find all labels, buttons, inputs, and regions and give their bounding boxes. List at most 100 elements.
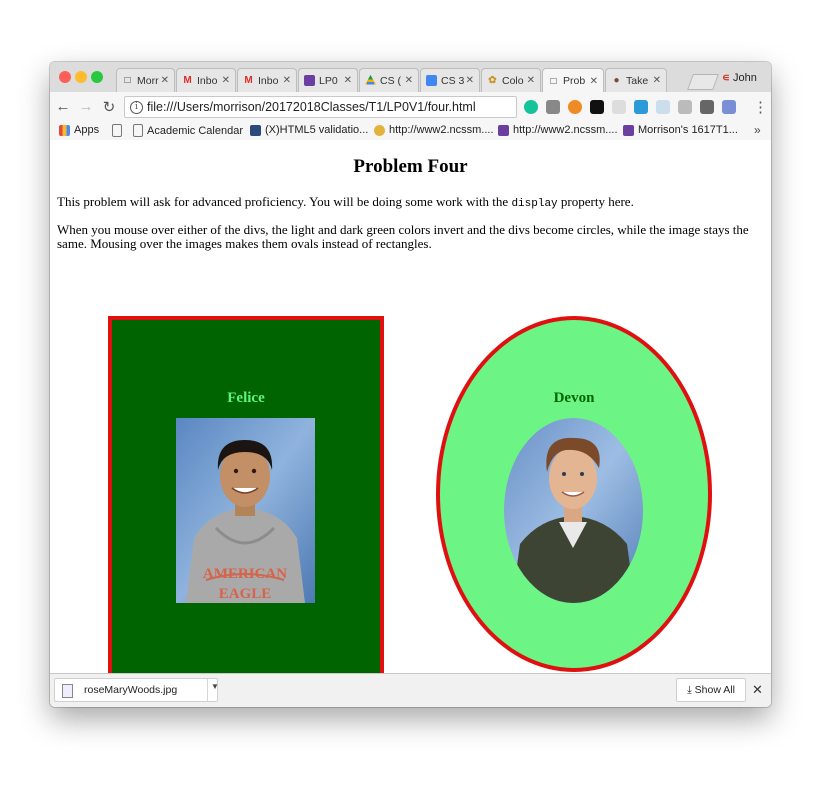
bookmark-label: Academic Calendar [147,124,243,137]
minimize-window-button[interactable] [75,71,87,83]
tab-label: LP0 [319,74,338,87]
page-content: Problem Four This problem will ask for a… [50,140,771,673]
profile-button[interactable]: ∊ John [722,71,757,84]
extension-icon[interactable] [546,100,560,114]
tab-4[interactable]: LP0 ✕ [298,68,358,92]
tab-5[interactable]: CS ( ✕ [359,68,419,92]
extension-icon[interactable] [656,100,670,114]
tab-close-icon[interactable]: ✕ [283,75,291,86]
tab-label: Inbo [258,74,279,87]
bookmark-academic-calendar[interactable]: Academic Calendar [133,124,243,137]
extension-icon[interactable] [700,100,714,114]
hoodie-text-2: EAGLE [219,586,272,602]
devon-name: Devon [553,390,595,406]
docs-icon [426,75,437,86]
display-code: display [511,198,558,210]
profile-icon: ∊ [722,72,730,84]
page-icon: □ [124,75,131,86]
tab-label: CS 3 [441,74,464,87]
tab-close-icon[interactable]: ✕ [590,76,598,87]
tab-label: Morr [137,74,159,87]
drive-icon [365,75,376,86]
tab-label: CS ( [380,74,401,87]
bookmarks-overflow-icon[interactable]: » [754,123,761,137]
bookmark-html5-validator[interactable]: (X)HTML5 validatio... [250,124,368,136]
url-text: file:///Users/morrison/20172018Classes/T… [147,100,476,114]
extension-icon[interactable] [568,100,582,114]
show-all-button[interactable]: ⤓ Show All [676,678,746,702]
new-tab-button[interactable] [687,74,719,90]
forward-arrow-icon[interactable]: → [78,98,94,115]
grammarly-extension-icon[interactable] [524,100,538,114]
tab-close-icon[interactable]: ✕ [466,75,474,86]
page-icon: □ [550,75,557,87]
devon-photo[interactable] [504,418,643,603]
color-icon: ✿ [488,75,497,86]
bookmark-label: Apps [74,124,100,136]
tab-label: Colo [502,74,524,87]
info-icon[interactable]: i [130,101,143,114]
menu-icon[interactable]: ⋮ [753,98,768,116]
toolbar: ← → ↻ i file:///Users/morrison/20172018C… [50,92,771,122]
bookmark-label: http://www2.ncssm.... [513,124,618,136]
page-icon [133,124,143,137]
zoom-window-button[interactable] [91,71,103,83]
hoodie-text-1: AMERICAN [203,566,287,582]
tab-close-icon[interactable]: ✕ [344,75,352,86]
download-item[interactable]: roseMaryWoods.jpg ▼ [54,678,219,702]
tab-8-active[interactable]: □ Prob ✕ [542,68,604,93]
page-icon [112,124,122,137]
back-arrow-icon[interactable]: ← [55,98,71,115]
page-title: Problem Four [353,156,468,177]
download-icon: ⤓ [687,684,692,696]
download-file-name: roseMaryWoods.jpg [84,684,178,696]
bookmarks-bar: Apps Academic Calendar (X)HTML5 validati… [50,122,771,141]
tab-close-icon[interactable]: ✕ [405,75,413,86]
bookmark-ncssm-2[interactable]: http://www2.ncssm.... [498,124,618,136]
chevron-down-icon[interactable]: ▼ [211,682,219,691]
reload-icon[interactable]: ↻ [101,98,117,116]
show-all-label: Show All [694,684,735,696]
tab-6[interactable]: CS 3 ✕ [420,68,480,92]
tab-7[interactable]: ✿ Colo ✕ [481,68,541,92]
devon-card[interactable]: Devon [436,316,712,672]
extension-icon[interactable] [612,100,626,114]
app-icon [304,75,315,86]
felice-photo[interactable]: AMERICAN EAGLE [176,418,315,603]
site-icon [623,124,634,136]
browser-window: □ Morr ✕ M Inbo ✕ M Inbo ✕ LP0 ✕ CS ( ✕ [50,62,771,707]
bookmark-blank[interactable] [112,124,126,137]
extension-icon[interactable] [678,100,692,114]
bookmark-label: http://www2.ncssm.... [389,124,494,136]
download-shelf: roseMaryWoods.jpg ▼ ⤓ Show All ✕ [50,673,771,707]
divider [207,679,208,701]
tab-close-icon[interactable]: ✕ [222,75,230,86]
apps-grid-icon [59,124,70,136]
extension-icon[interactable] [634,100,648,114]
tab-3[interactable]: M Inbo ✕ [237,68,297,92]
extension-icon[interactable] [722,100,736,114]
instructions-paragraph: When you mouse over either of the divs, … [57,222,749,251]
felice-card[interactable]: Felice AMERICAN EAGLE [108,316,384,673]
bookmark-morrison[interactable]: Morrison's 1617T1... [623,124,738,136]
felice-name: Felice [227,390,265,406]
bookmark-label: Morrison's 1617T1... [638,124,738,136]
close-shelf-icon[interactable]: ✕ [752,682,763,698]
avatar-icon: ● [613,75,620,86]
tab-label: Take [626,74,649,87]
tab-9[interactable]: ● Take ✕ [605,68,667,92]
bookmark-apps[interactable]: Apps [59,124,99,136]
site-icon [374,124,385,136]
bookmark-ncssm-1[interactable]: http://www2.ncssm.... [374,124,494,136]
tab-label: Prob [563,75,586,87]
tab-close-icon[interactable]: ✕ [527,75,535,86]
close-window-button[interactable] [59,71,71,83]
extension-icon[interactable] [590,100,604,114]
tab-close-icon[interactable]: ✕ [653,75,661,86]
tab-close-icon[interactable]: ✕ [161,75,169,86]
tab-1[interactable]: □ Morr ✕ [116,68,175,92]
intro-paragraph: This problem will ask for advanced profi… [57,194,634,211]
bookmark-label: (X)HTML5 validatio... [265,124,369,136]
address-bar[interactable]: i file:///Users/morrison/20172018Classes… [124,96,580,118]
tab-2[interactable]: M Inbo ✕ [176,68,236,92]
